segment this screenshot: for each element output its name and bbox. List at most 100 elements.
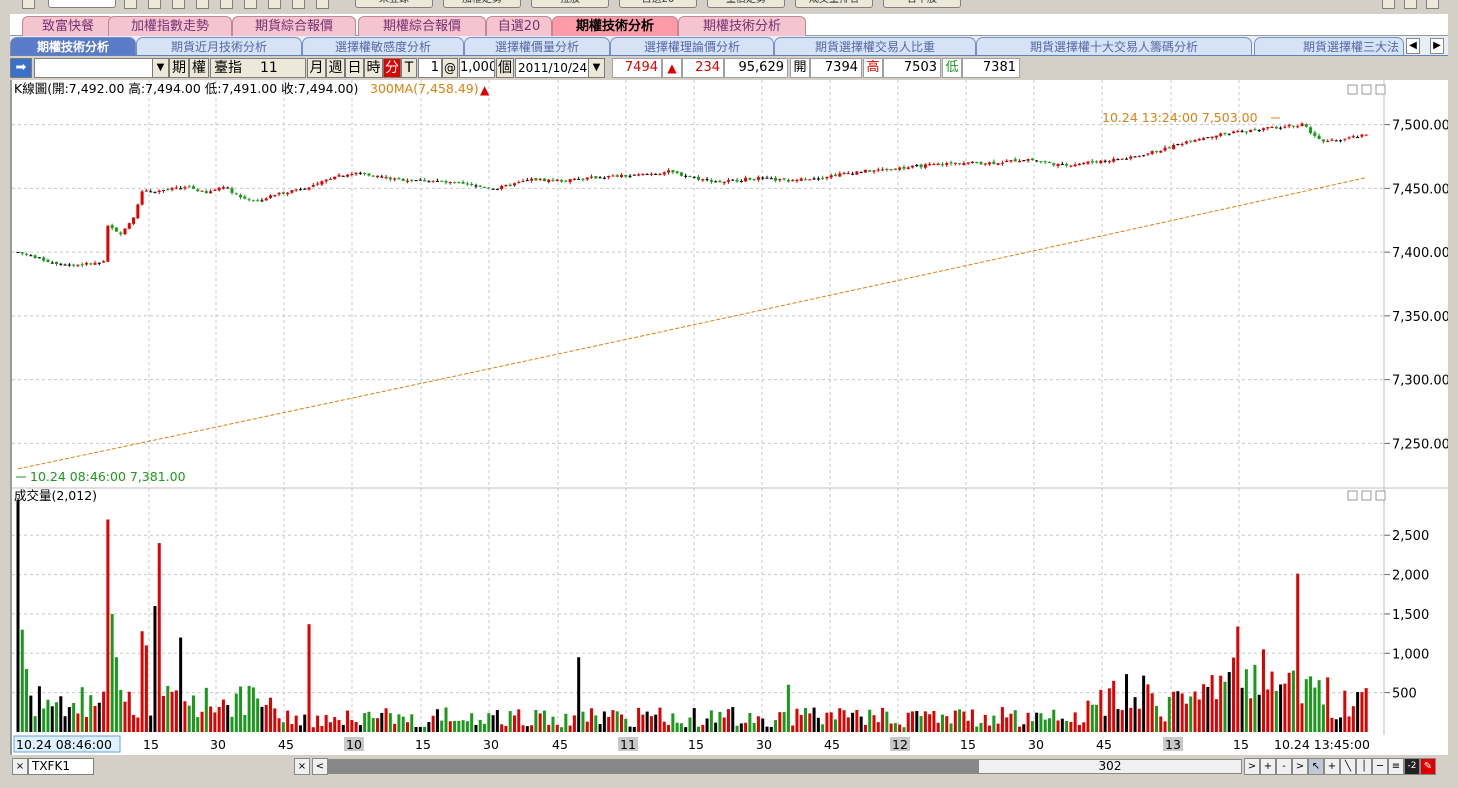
top-button[interactable]: 未登錄 [355, 0, 433, 8]
pane-controls-top[interactable] [1347, 84, 1386, 95]
volume-bar [132, 714, 136, 732]
tab-options-quotes[interactable]: 期權綜合報價 [358, 16, 486, 36]
restore-icon[interactable] [1404, 0, 1417, 9]
tab-technical-analysis-2[interactable]: 期權技術分析 [678, 16, 806, 36]
subtab-top-ten[interactable]: 期貨選擇權十大交易人籌碼分析 [976, 37, 1252, 55]
tool-icon[interactable] [292, 0, 305, 9]
close-symbol-icon[interactable]: × [294, 758, 310, 775]
period-tick[interactable]: T [401, 58, 417, 78]
minus-two-icon[interactable]: -2 [1404, 758, 1420, 775]
close-icon[interactable] [1426, 0, 1439, 9]
period-month[interactable]: 月 [307, 58, 326, 78]
volume-bar [1210, 675, 1214, 732]
volume-bar [495, 710, 499, 732]
tab-quick-menu[interactable]: 致富快餐 [22, 16, 114, 36]
candle-body [525, 180, 529, 182]
volume-bar [945, 716, 949, 732]
time-tick-label: 12 [892, 737, 908, 752]
top-button[interactable]: 自選20 [619, 0, 697, 8]
tool-icon[interactable] [220, 0, 233, 9]
scroll-left-icon[interactable]: < [312, 758, 328, 775]
volume-bar [829, 712, 833, 732]
tool-icon[interactable] [196, 0, 209, 9]
tool-icon[interactable] [148, 0, 161, 9]
vline-icon[interactable]: │ [1356, 758, 1372, 775]
crosshair-icon[interactable]: + [1324, 758, 1340, 775]
period-day[interactable]: 日 [345, 58, 364, 78]
period-minute[interactable]: 分 [383, 58, 401, 78]
subtab-sensitivity[interactable]: 選擇權敏感度分析 [302, 37, 464, 55]
tab-watchlist[interactable]: 自選20 [486, 16, 552, 36]
alert-icon[interactable]: ✎ [1420, 758, 1436, 775]
chart-svg[interactable]: 7,250.00 7,300.00 7,350.00 7,400.00 7,450.00… [12, 80, 1448, 755]
count-input[interactable]: 1,000 [459, 58, 495, 78]
bottom-symbol[interactable]: TXFK1 [28, 758, 94, 775]
zoom-in-icon[interactable]: + [1260, 758, 1276, 775]
tab-technical-analysis[interactable]: 期權技術分析 [552, 16, 678, 36]
tool-icon[interactable] [316, 0, 329, 9]
volume-bar [80, 687, 84, 732]
minimize-icon[interactable] [1382, 0, 1395, 9]
type-options[interactable]: 權 [189, 58, 209, 78]
tab-next-icon[interactable]: ▶ [1430, 38, 1444, 54]
tab-futures-quotes[interactable]: 期貨綜合報價 [232, 16, 356, 36]
pointer-icon[interactable]: ↖ [1308, 758, 1324, 775]
candle-body [799, 178, 803, 181]
tool-icon[interactable] [268, 0, 281, 9]
period-hour[interactable]: 時 [364, 58, 383, 78]
subtab-institutional[interactable]: 期貨選擇權三大法 [1254, 37, 1404, 55]
type-futures[interactable]: 期 [169, 58, 189, 78]
interval-input[interactable]: 1 [418, 58, 442, 78]
close-small-icon[interactable]: × [12, 758, 28, 775]
top-input[interactable] [48, 0, 116, 8]
zoom-out-icon[interactable]: - [1276, 758, 1292, 775]
scroll-end-icon[interactable]: > [1292, 758, 1308, 775]
trendline-icon[interactable]: ╲ [1340, 758, 1356, 775]
arrow-right-icon[interactable]: ➡ [10, 58, 32, 78]
tool-icon[interactable] [244, 0, 257, 9]
top-button[interactable]: 成交量排名 [795, 0, 873, 8]
top-button[interactable]: 加權走勢 [443, 0, 521, 8]
chart-area[interactable]: 7,250.00 7,300.00 7,350.00 7,400.00 7,450.00… [10, 80, 1448, 755]
top-button[interactable]: 量價走勢 [707, 0, 785, 8]
candle-body [624, 175, 628, 177]
volume-bar [1279, 684, 1283, 732]
volume-bar [996, 723, 1000, 732]
app-icon[interactable] [22, 0, 35, 9]
subtab-price-volume[interactable]: 選擇權價量分析 [464, 37, 610, 55]
candle-body [863, 169, 867, 173]
candle-body [521, 181, 525, 183]
subtab-near-month[interactable]: 期貨近月技術分析 [136, 37, 302, 55]
subtab-technical[interactable]: 期權技術分析 [10, 37, 136, 55]
pane-controls-volume[interactable] [1347, 490, 1386, 501]
tool-icon[interactable] [172, 0, 185, 9]
total-volume: 95,629 [724, 58, 788, 78]
volume-bar [1069, 721, 1073, 732]
date-select[interactable]: 2011/10/24 [515, 58, 591, 78]
tool-icon[interactable] [124, 0, 137, 9]
tab-prev-icon[interactable]: ◀ [1406, 38, 1420, 54]
date-dropdown-icon[interactable]: ▼ [588, 58, 605, 78]
hline-icon[interactable]: ─ [1372, 758, 1388, 775]
fibonacci-icon[interactable]: ≡ [1388, 758, 1404, 775]
tab-index-trend[interactable]: 加權指數走勢 [108, 16, 232, 36]
candle-body [401, 178, 405, 181]
top-button[interactable]: 拉股 [531, 0, 609, 8]
volume-bar [269, 697, 273, 732]
top-button[interactable]: 台中股 [883, 0, 961, 8]
scroll-right-icon[interactable]: > [1244, 758, 1260, 775]
volume-bar [114, 657, 118, 732]
volume-bar [1244, 669, 1248, 732]
volume-bar [149, 715, 153, 732]
volume-bar [808, 713, 812, 732]
candle-body [607, 175, 611, 178]
subtab-theoretical[interactable]: 選擇權理論價分析 [610, 37, 774, 55]
chevron-down-icon[interactable]: ▼ [152, 58, 169, 78]
scrollbar-track[interactable] [328, 759, 978, 774]
volume-bar [166, 685, 170, 732]
subtab-trader-ratio[interactable]: 期貨選擇權交易人比重 [774, 37, 976, 55]
period-week[interactable]: 週 [326, 58, 345, 78]
symbol-input[interactable] [34, 58, 156, 78]
volume-bar [346, 710, 350, 732]
price-tick-label: 7,250.00 [1392, 437, 1448, 452]
